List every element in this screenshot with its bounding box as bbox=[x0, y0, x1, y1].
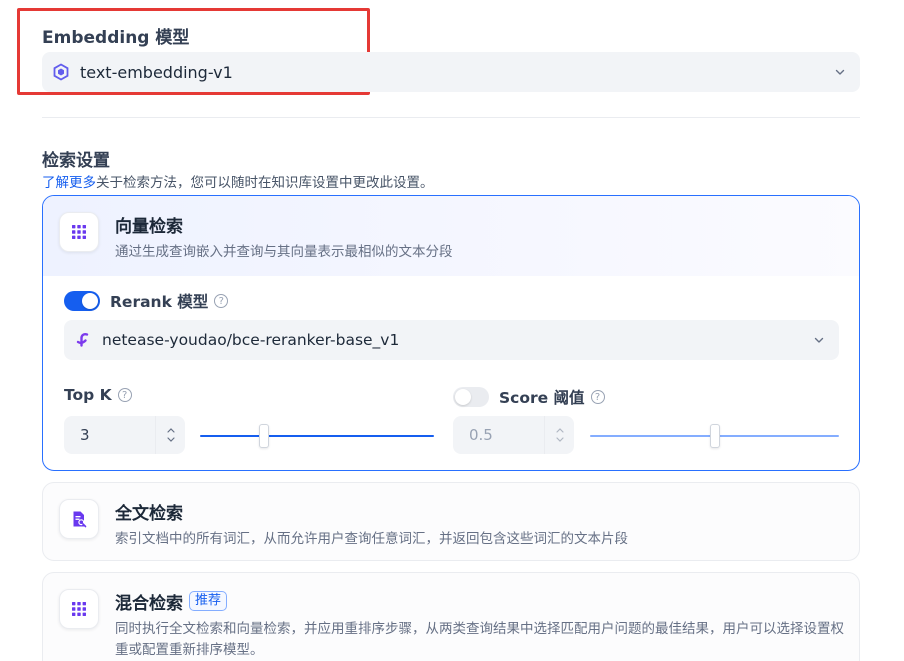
score-threshold-stepper[interactable] bbox=[544, 416, 574, 454]
retrieval-settings-title: 检索设置 bbox=[42, 151, 110, 171]
top-k-value: 3 bbox=[80, 426, 90, 444]
tongyi-logo-icon bbox=[52, 63, 70, 81]
top-k-label: Top K bbox=[64, 386, 112, 404]
rerank-label: Rerank 模型 bbox=[110, 293, 209, 311]
toggle-knob bbox=[455, 389, 471, 405]
embedding-model-select[interactable]: text-embedding-v1 bbox=[42, 52, 860, 92]
hybrid-search-header[interactable]: 混合检索 推荐 同时执行全文检索和向量检索，并应用重排序步骤，从两类查询结果中选… bbox=[43, 573, 859, 661]
document-search-icon bbox=[59, 499, 99, 539]
full-text-search-title: 全文检索 bbox=[115, 503, 183, 524]
hybrid-search-description: 同时执行全文检索和向量检索，并应用重排序步骤，从两类查询结果中选择匹配用户问题的… bbox=[115, 621, 844, 658]
vector-search-title: 向量检索 bbox=[115, 216, 183, 237]
full-text-search-description: 索引文档中的所有词汇，从而允许用户查询任意词汇，并返回包含这些词汇的文本片段 bbox=[115, 531, 628, 547]
rerank-model-value: netease-youdao/bce-reranker-base_v1 bbox=[102, 331, 400, 349]
learn-more-link[interactable]: 了解更多 bbox=[42, 175, 96, 191]
rerank-row: Rerank 模型 ? bbox=[64, 290, 229, 312]
grid-dots-icon bbox=[59, 212, 99, 252]
help-icon[interactable]: ? bbox=[117, 388, 132, 402]
slider-handle[interactable] bbox=[259, 424, 269, 448]
top-k-label-row: Top K ? bbox=[64, 386, 132, 404]
chevron-up-icon[interactable] bbox=[555, 427, 565, 434]
score-threshold-value: 0.5 bbox=[469, 426, 493, 444]
slider-track bbox=[200, 435, 434, 437]
section-divider bbox=[42, 117, 860, 118]
hybrid-search-title-row: 混合检索 推荐 bbox=[115, 589, 843, 614]
chevron-up-icon[interactable] bbox=[166, 427, 176, 434]
toggle-knob bbox=[82, 293, 98, 309]
hybrid-search-title: 混合检索 bbox=[115, 593, 183, 614]
top-k-stepper[interactable] bbox=[155, 416, 185, 454]
chevron-down-icon[interactable] bbox=[832, 64, 848, 80]
retrieval-settings-description: 了解更多关于检索方法，您可以随时在知识库设置中更改此设置。 bbox=[42, 175, 434, 191]
slider-handle[interactable] bbox=[710, 424, 720, 448]
score-threshold-slider[interactable] bbox=[590, 424, 839, 448]
top-k-slider[interactable] bbox=[200, 424, 434, 448]
score-threshold-toggle[interactable] bbox=[453, 387, 489, 407]
vector-search-card[interactable]: 向量检索 通过生成查询嵌入并查询与其向量表示最相似的文本分段 Rerank 模型… bbox=[42, 195, 860, 471]
vector-search-header[interactable]: 向量检索 通过生成查询嵌入并查询与其向量表示最相似的文本分段 bbox=[43, 196, 859, 276]
top-k-input[interactable]: 3 bbox=[64, 416, 185, 454]
chevron-down-icon[interactable] bbox=[555, 436, 565, 443]
rerank-toggle[interactable] bbox=[64, 291, 100, 311]
siliconflow-logo-icon bbox=[74, 331, 92, 349]
recommended-badge: 推荐 bbox=[189, 591, 228, 611]
help-icon[interactable]: ? bbox=[214, 294, 229, 308]
score-threshold-label: Score 阈值 bbox=[499, 389, 585, 407]
embedding-title: Embedding 模型 bbox=[42, 28, 190, 48]
help-icon[interactable]: ? bbox=[590, 390, 605, 404]
full-text-search-header[interactable]: 全文检索 索引文档中的所有词汇，从而允许用户查询任意词汇，并返回包含这些词汇的文… bbox=[43, 483, 859, 560]
chevron-down-icon[interactable] bbox=[811, 332, 827, 348]
vector-search-description: 通过生成查询嵌入并查询与其向量表示最相似的文本分段 bbox=[115, 244, 453, 260]
chevron-down-icon[interactable] bbox=[166, 436, 176, 443]
rerank-model-select[interactable]: netease-youdao/bce-reranker-base_v1 bbox=[64, 320, 839, 360]
score-threshold-input[interactable]: 0.5 bbox=[453, 416, 574, 454]
score-threshold-label-row: Score 阈值 ? bbox=[453, 386, 605, 408]
hybrid-search-card[interactable]: 混合检索 推荐 同时执行全文检索和向量检索，并应用重排序步骤，从两类查询结果中选… bbox=[42, 572, 860, 661]
embedding-model-value: text-embedding-v1 bbox=[80, 62, 233, 82]
grid-dots-icon bbox=[59, 589, 99, 629]
full-text-search-card[interactable]: 全文检索 索引文档中的所有词汇，从而允许用户查询任意词汇，并返回包含这些词汇的文… bbox=[42, 482, 860, 561]
